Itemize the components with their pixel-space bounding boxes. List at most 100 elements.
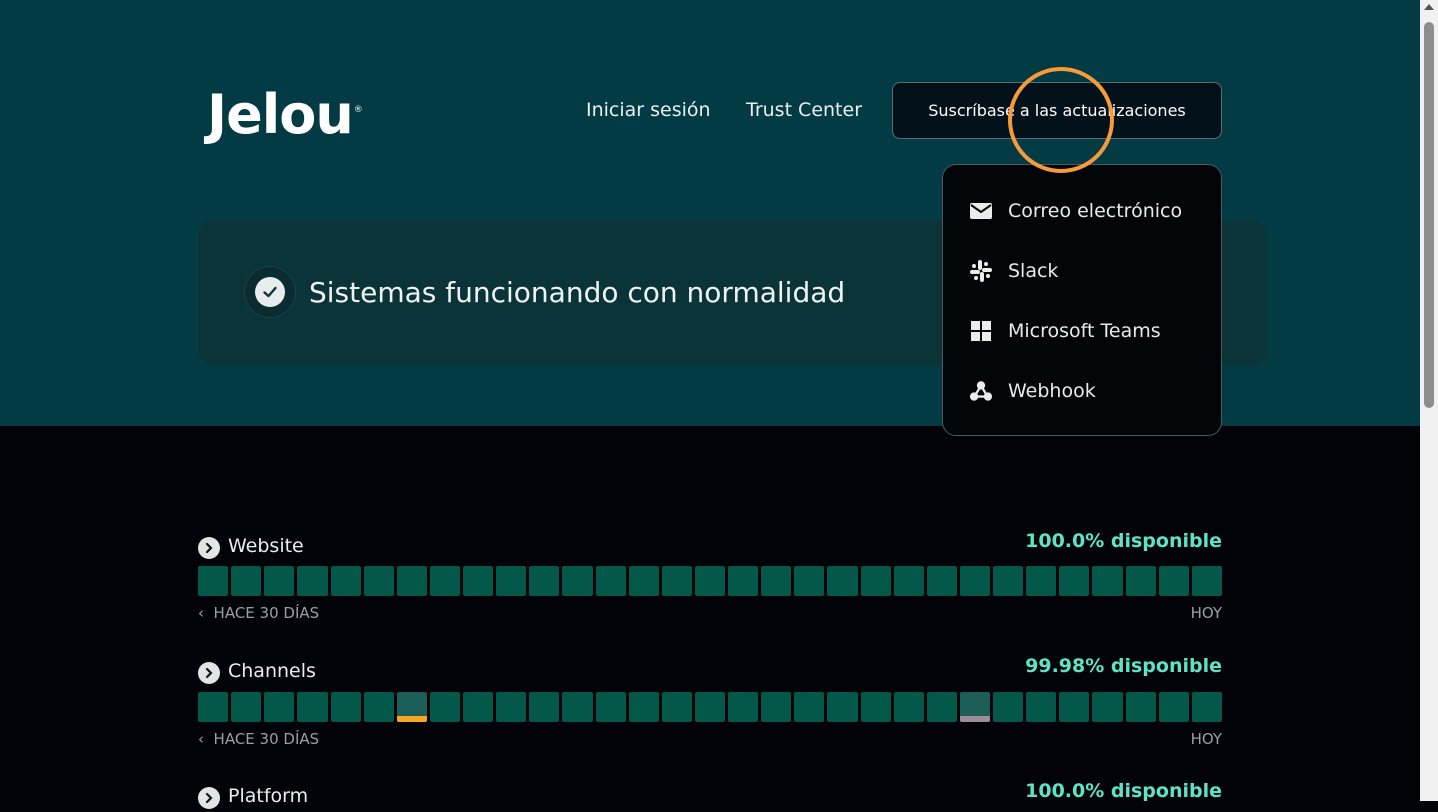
slack-icon	[969, 259, 993, 283]
uptime-day-bar[interactable]	[628, 692, 659, 722]
dropdown-item-teams[interactable]: Microsoft Teams	[943, 301, 1221, 361]
uptime-day-bar[interactable]	[562, 566, 593, 596]
uptime-day-bar[interactable]	[860, 692, 891, 722]
uptime-percentage: 100.0% disponible	[1025, 780, 1222, 802]
uptime-day-bar[interactable]	[728, 566, 759, 596]
jelou-logo[interactable]: Jelou®	[207, 82, 363, 145]
uptime-bars	[198, 692, 1222, 722]
component-header-website[interactable]: Website 100.0% disponible	[198, 530, 1222, 562]
uptime-day-bar[interactable]	[628, 566, 659, 596]
uptime-day-bar[interactable]	[396, 692, 427, 722]
time-range: ‹ HACE 30 DÍAS HOY	[198, 730, 1222, 750]
uptime-day-bar[interactable]	[595, 566, 626, 596]
uptime-day-bar[interactable]	[363, 566, 394, 596]
uptime-day-bar[interactable]	[993, 692, 1024, 722]
login-link[interactable]: Iniciar sesión	[586, 98, 711, 122]
dropdown-item-email[interactable]: Correo electrónico	[943, 181, 1221, 241]
uptime-day-bar[interactable]	[1191, 566, 1222, 596]
uptime-day-bar[interactable]	[1125, 566, 1156, 596]
chevron-right-icon[interactable]	[198, 787, 220, 809]
uptime-percentage: 100.0% disponible	[1025, 530, 1222, 552]
uptime-day-bar[interactable]	[330, 692, 361, 722]
uptime-day-bar[interactable]	[595, 692, 626, 722]
uptime-day-bar[interactable]	[429, 566, 460, 596]
uptime-day-bar[interactable]	[463, 566, 494, 596]
uptime-day-bar[interactable]	[993, 566, 1024, 596]
uptime-bars	[198, 566, 1222, 596]
subscribe-dropdown: Correo electrónico Slack Microsoft Teams	[942, 164, 1222, 436]
uptime-day-bar[interactable]	[1158, 692, 1189, 722]
uptime-day-bar[interactable]	[330, 566, 361, 596]
page-scrollbar[interactable]	[1420, 0, 1438, 801]
uptime-day-bar[interactable]	[661, 566, 692, 596]
uptime-day-bar[interactable]	[794, 692, 825, 722]
status-check-badge	[244, 266, 296, 318]
component-header-channels[interactable]: Channels 99.98% disponible	[198, 655, 1222, 687]
dropdown-item-label: Slack	[1008, 260, 1059, 282]
uptime-day-bar[interactable]	[761, 692, 792, 722]
uptime-day-bar[interactable]	[827, 692, 858, 722]
component-name: Website	[228, 535, 304, 557]
uptime-day-bar[interactable]	[264, 692, 295, 722]
uptime-day-bar[interactable]	[297, 566, 328, 596]
uptime-day-bar[interactable]	[198, 692, 229, 722]
component-header-platform[interactable]: Platform 100.0% disponible	[198, 780, 1222, 812]
uptime-day-bar[interactable]	[827, 566, 858, 596]
uptime-day-bar[interactable]	[1059, 692, 1090, 722]
uptime-day-bar[interactable]	[694, 692, 725, 722]
uptime-day-bar[interactable]	[1191, 692, 1222, 722]
trust-center-link[interactable]: Trust Center	[746, 98, 862, 122]
uptime-day-bar[interactable]	[363, 692, 394, 722]
uptime-day-bar[interactable]	[1092, 692, 1123, 722]
uptime-day-bar[interactable]	[959, 566, 990, 596]
uptime-day-bar[interactable]	[297, 692, 328, 722]
webhook-icon	[969, 379, 993, 403]
uptime-day-bar[interactable]	[1125, 692, 1156, 722]
uptime-day-bar[interactable]	[529, 692, 560, 722]
uptime-day-bar[interactable]	[463, 692, 494, 722]
windows-icon	[969, 319, 993, 343]
chevron-right-icon[interactable]	[198, 662, 220, 684]
uptime-day-bar[interactable]	[231, 692, 262, 722]
component-name: Platform	[228, 785, 309, 807]
range-start: ‹ HACE 30 DÍAS	[198, 730, 320, 748]
uptime-day-bar[interactable]	[1026, 692, 1057, 722]
uptime-day-bar[interactable]	[860, 566, 891, 596]
uptime-day-bar[interactable]	[761, 566, 792, 596]
uptime-day-bar[interactable]	[926, 692, 957, 722]
uptime-day-bar[interactable]	[496, 566, 527, 596]
uptime-day-bar[interactable]	[264, 566, 295, 596]
uptime-day-bar[interactable]	[959, 692, 990, 722]
uptime-day-bar[interactable]	[893, 566, 924, 596]
uptime-day-bar[interactable]	[926, 566, 957, 596]
dropdown-item-slack[interactable]: Slack	[943, 241, 1221, 301]
range-end: HOY	[1190, 730, 1222, 748]
uptime-day-bar[interactable]	[728, 692, 759, 722]
dropdown-item-webhook[interactable]: Webhook	[943, 361, 1221, 421]
uptime-day-bar[interactable]	[1158, 566, 1189, 596]
uptime-day-bar[interactable]	[893, 692, 924, 722]
uptime-day-bar[interactable]	[496, 692, 527, 722]
incident-marker	[396, 716, 427, 722]
subscribe-button[interactable]: Suscríbase a las actualizaciones	[892, 82, 1222, 139]
scrollbar-thumb[interactable]	[1424, 22, 1434, 408]
uptime-day-bar[interactable]	[1059, 566, 1090, 596]
uptime-day-bar[interactable]	[231, 566, 262, 596]
uptime-day-bar[interactable]	[661, 692, 692, 722]
check-icon	[255, 277, 285, 307]
uptime-day-bar[interactable]	[1092, 566, 1123, 596]
uptime-day-bar[interactable]	[562, 692, 593, 722]
uptime-day-bar[interactable]	[396, 566, 427, 596]
uptime-day-bar[interactable]	[1026, 566, 1057, 596]
scroll-up-arrow-icon[interactable]	[1424, 4, 1434, 10]
uptime-day-bar[interactable]	[694, 566, 725, 596]
range-start: ‹ HACE 30 DÍAS	[198, 604, 320, 622]
uptime-percentage: 99.98% disponible	[1025, 655, 1222, 677]
uptime-day-bar[interactable]	[529, 566, 560, 596]
uptime-day-bar[interactable]	[198, 566, 229, 596]
uptime-day-bar[interactable]	[429, 692, 460, 722]
incident-marker	[959, 716, 990, 722]
chevron-right-icon[interactable]	[198, 537, 220, 559]
uptime-day-bar[interactable]	[794, 566, 825, 596]
component-name: Channels	[228, 660, 316, 682]
